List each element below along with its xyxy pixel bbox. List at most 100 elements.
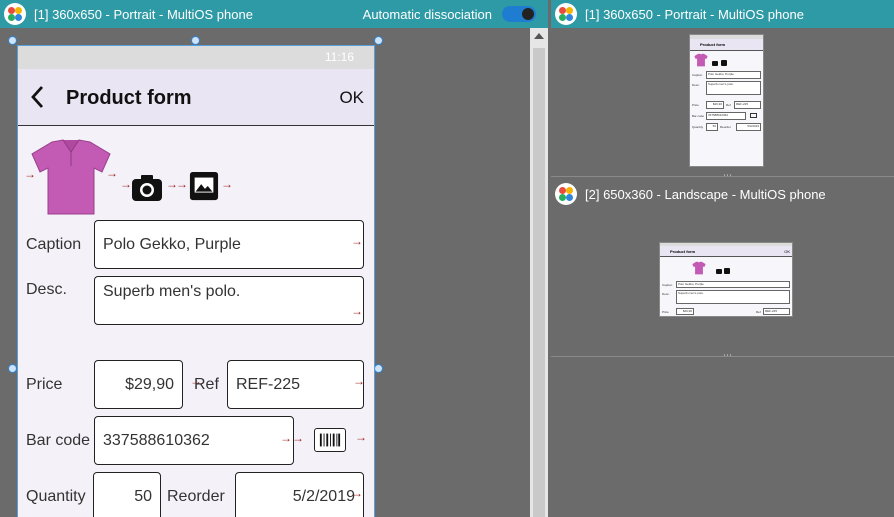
thumb-price-field: $29,90 (706, 101, 724, 109)
ref-value: REF-225 (236, 375, 301, 393)
link-arrow-icon: → (292, 431, 304, 445)
auto-dissociation-label: Automatic dissociation (362, 6, 492, 22)
link-arrow-icon: → (221, 177, 233, 191)
status-time: 11:16 (324, 50, 354, 64)
scrollbar-thumb[interactable] (533, 48, 545, 517)
resize-handle[interactable] (8, 364, 17, 373)
polo-shirt-image (692, 261, 706, 275)
editor-titlebar: [1] 360x650 - Portrait - MultiOS phone A… (0, 0, 548, 28)
ok-button[interactable]: OK (339, 88, 364, 108)
preview-panel: [1] 360x650 - Portrait - MultiOS phone P… (551, 0, 894, 517)
thumb2-desc-label: Desc. (662, 292, 670, 296)
link-arrow-icon: → (280, 431, 292, 445)
resize-handle[interactable] (191, 36, 200, 45)
app-logo-icon (4, 3, 26, 25)
thumb-barcode-label: Bar code (692, 114, 705, 118)
image-gallery-icon (721, 60, 727, 66)
editor-panel: [1] 360x650 - Portrait - MultiOS phone A… (0, 0, 548, 517)
preview2-title: [2] 650x360 - Landscape - MultiOS phone (585, 186, 826, 202)
barcode-input[interactable]: 337588610362 (94, 416, 294, 465)
app-logo-icon (555, 3, 577, 25)
link-arrow-icon: → (106, 166, 118, 180)
thumb2-price-field: $29,90 (676, 308, 694, 315)
thumb2-price-label: Price (662, 310, 669, 314)
camera-icon (716, 269, 722, 274)
link-arrow-icon: → (351, 486, 363, 500)
phone-preview[interactable]: 11:16 Product form OK → → → → → → Captio… (17, 45, 375, 517)
ref-input[interactable]: REF-225 (227, 360, 364, 409)
ref-label: Ref (194, 376, 219, 393)
thumb-barcode-field: 337588610362 (706, 112, 746, 120)
quantity-input[interactable]: 50 (93, 472, 161, 517)
thumb2-title: Product form (670, 249, 696, 254)
thumb-ref-label: Ref (726, 103, 731, 107)
editor-title: [1] 360x650 - Portrait - MultiOS phone (34, 6, 253, 22)
thumb2-ok: OK (784, 249, 790, 254)
resize-handle[interactable] (374, 364, 383, 373)
thumb2-desc-field: Superb men's polo. (676, 290, 790, 304)
thumb2-caption-field: Polo Gekko, Purple (676, 281, 790, 288)
thumb-desc-label: Desc. (692, 83, 700, 87)
link-arrow-icon: → (353, 374, 365, 388)
landscape-thumbnail[interactable]: Product form OK Caption Polo Gekko, Purpl… (659, 242, 793, 317)
splitter-grip[interactable]: ⋯ (723, 350, 732, 361)
thumb-price-label: Price (692, 103, 699, 107)
thumb-caption-label: Caption (692, 73, 703, 77)
link-arrow-icon: → (355, 430, 367, 444)
thumb-desc-field: Superb men's polo. (706, 81, 761, 95)
thumb-reorder-label: Reorder (720, 125, 731, 129)
app-logo-icon (555, 183, 577, 205)
image-gallery-icon (724, 268, 730, 274)
polo-shirt-image[interactable] (30, 138, 112, 216)
preview2-titlebar[interactable]: [2] 650x360 - Landscape - MultiOS phone (551, 180, 894, 208)
caption-label: Caption (26, 236, 82, 253)
thumb2-ref-label: Ref (756, 310, 761, 314)
thumb-caption-field: Polo Gekko, Purple (706, 71, 761, 79)
image-gallery-icon[interactable] (188, 171, 220, 201)
reorder-label: Reorder (167, 488, 225, 505)
auto-dissociation: Automatic dissociation (363, 0, 536, 28)
desc-label: Desc. (26, 281, 67, 298)
preview1-title: [1] 360x650 - Portrait - MultiOS phone (585, 6, 804, 22)
thumb2-ref-field: REF-225 (763, 308, 790, 315)
page-title: Product form (66, 87, 192, 109)
polo-shirt-image (694, 53, 708, 67)
link-arrow-icon: → (176, 177, 188, 191)
desc-textarea[interactable]: Superb men's polo. (94, 276, 364, 325)
resize-handle[interactable] (374, 36, 383, 45)
thumb-ref-field: REF-225 (734, 101, 761, 109)
resize-handle[interactable] (8, 36, 17, 45)
link-arrow-icon: → (24, 167, 36, 181)
desc-value: Superb men's polo. (103, 283, 241, 300)
thumb2-caption-label: Caption (662, 283, 673, 287)
barcode-label: Bar code (26, 432, 91, 449)
preview1-titlebar[interactable]: [1] 360x650 - Portrait - MultiOS phone (551, 0, 894, 28)
phone-app-bar: Product form OK (18, 69, 374, 126)
back-arrow-icon[interactable] (30, 85, 46, 109)
barcode-value: 337588610362 (103, 431, 210, 449)
thumb-quantity-field: 50 (706, 123, 718, 131)
price-label: Price (26, 376, 63, 393)
reorder-value: 5/2/2019 (292, 487, 355, 505)
price-input[interactable]: $29,90 (94, 360, 183, 409)
barcode-scan-icon[interactable] (314, 428, 346, 452)
auto-dissociation-toggle[interactable] (502, 6, 536, 22)
link-arrow-icon: → (351, 304, 363, 318)
caption-value: Polo Gekko, Purple (103, 235, 241, 253)
thumb-quantity-label: Quantity (692, 125, 704, 129)
scroll-up-icon[interactable] (534, 33, 544, 39)
vertical-scrollbar[interactable] (530, 28, 548, 517)
thumb-reorder-field: 5/2/2019 (736, 123, 761, 131)
price-value: $29,90 (125, 375, 174, 393)
thumb-title: Product form (700, 42, 726, 47)
portrait-thumbnail[interactable]: Product form Caption Polo Gekko, Purple … (689, 34, 764, 167)
reorder-date-input[interactable]: 5/2/2019 (235, 472, 364, 517)
link-arrow-icon: → (351, 234, 363, 248)
quantity-label: Quantity (26, 488, 86, 505)
phone-status-bar: 11:16 (18, 46, 374, 69)
caption-input[interactable]: Polo Gekko, Purple (94, 220, 364, 269)
camera-icon (712, 61, 718, 66)
quantity-value: 50 (134, 487, 152, 505)
barcode-scan-icon (750, 113, 757, 118)
camera-icon[interactable] (131, 173, 163, 203)
